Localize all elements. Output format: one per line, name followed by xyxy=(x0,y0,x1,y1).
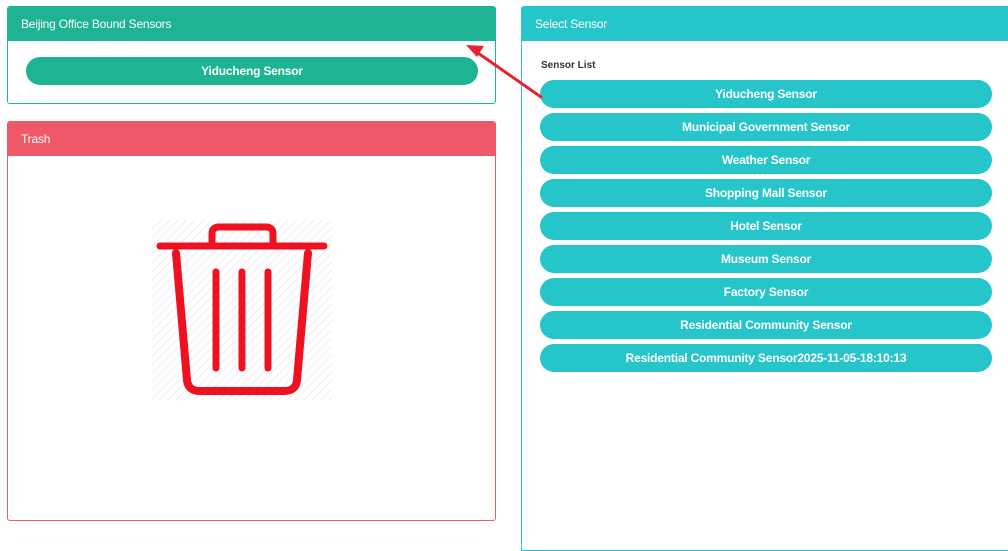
sensor-item-weather[interactable]: Weather Sensor xyxy=(540,146,992,174)
select-sensor-panel: Select Sensor Sensor List Yiducheng Sens… xyxy=(521,6,1008,551)
sensor-item-hotel[interactable]: Hotel Sensor xyxy=(540,212,992,240)
select-sensor-panel-title: Select Sensor xyxy=(522,7,1008,41)
sensor-list-label: Sensor List xyxy=(541,60,596,71)
trash-panel[interactable]: Trash xyxy=(7,121,496,521)
trash-icon[interactable] xyxy=(152,220,332,400)
bound-sensors-panel: Beijing Office Bound Sensors Yiducheng S… xyxy=(7,6,496,104)
bound-sensor-item-yiducheng[interactable]: Yiducheng Sensor xyxy=(26,57,478,85)
sensor-item-residential-community[interactable]: Residential Community Sensor xyxy=(540,311,992,339)
sensor-item-residential-community-dated[interactable]: Residential Community Sensor2025-11-05-1… xyxy=(540,344,992,372)
sensor-list: Yiducheng Sensor Municipal Government Se… xyxy=(540,80,992,377)
sensor-item-municipal-government[interactable]: Municipal Government Sensor xyxy=(540,113,992,141)
sensor-item-yiducheng[interactable]: Yiducheng Sensor xyxy=(540,80,992,108)
sensor-item-shopping-mall[interactable]: Shopping Mall Sensor xyxy=(540,179,992,207)
sensor-item-museum[interactable]: Museum Sensor xyxy=(540,245,992,273)
sensor-item-factory[interactable]: Factory Sensor xyxy=(540,278,992,306)
bound-sensors-panel-title: Beijing Office Bound Sensors xyxy=(8,7,495,41)
bound-sensor-list: Yiducheng Sensor xyxy=(26,57,478,85)
trash-panel-title: Trash xyxy=(8,122,495,156)
